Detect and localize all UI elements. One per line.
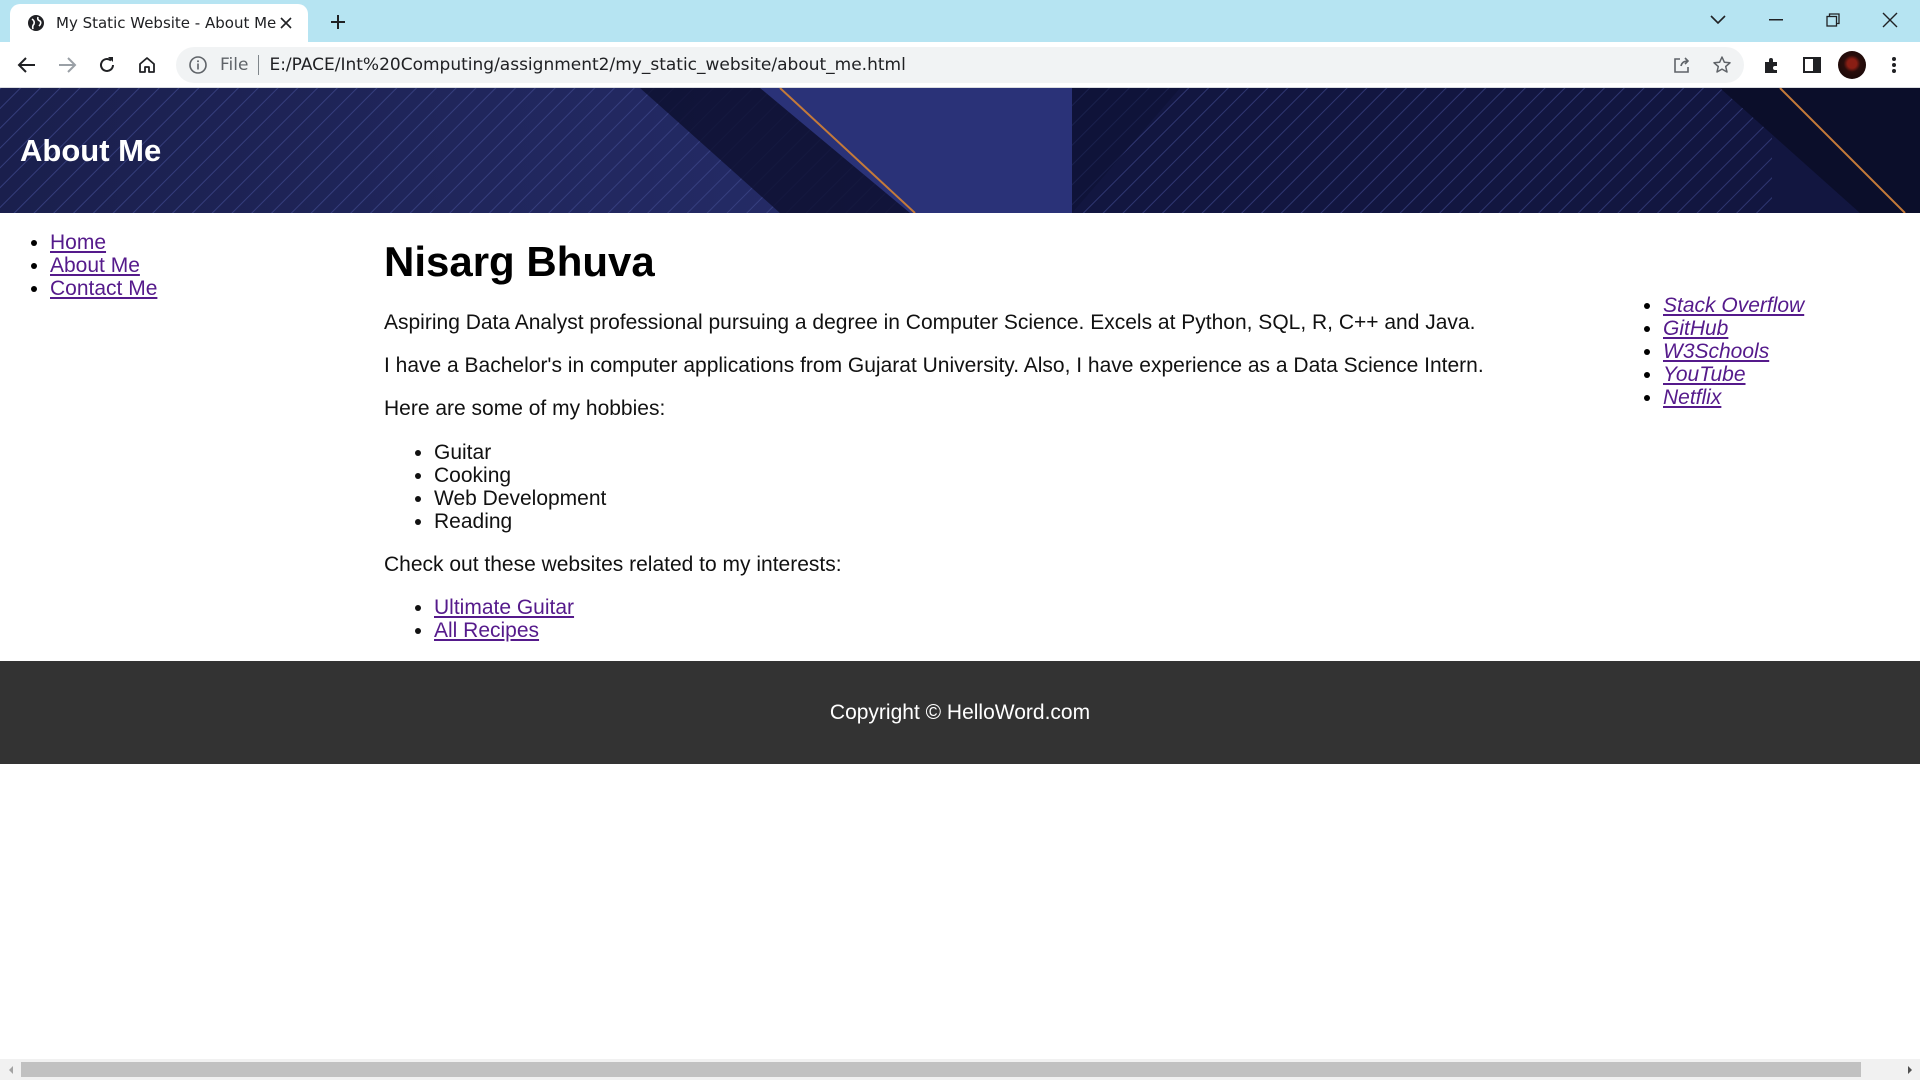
- url-text[interactable]: E:/PACE/Int%20Computing/assignment2/my_s…: [269, 55, 905, 75]
- page-header-title: About Me: [20, 133, 162, 168]
- page-footer: Copyright © HelloWord.com: [0, 661, 1920, 764]
- interest-item: Ultimate Guitar: [434, 596, 574, 619]
- scroll-right-arrow-icon[interactable]: [1899, 1059, 1920, 1080]
- browser-toolbar: File E:/PACE/Int%20Computing/assignment2…: [0, 42, 1920, 88]
- file-scheme-label: File: [220, 55, 249, 75]
- copyright-text: Copyright © HelloWord.com: [829, 700, 1091, 724]
- back-arrow-icon[interactable]: [11, 49, 43, 81]
- side-links: Stack Overflow GitHub W3Schools YouTube …: [1613, 294, 1804, 409]
- close-tab-icon[interactable]: [276, 11, 296, 35]
- new-tab-icon[interactable]: [324, 8, 352, 36]
- side-link-item: W3Schools: [1663, 340, 1804, 363]
- hobby-item: Web Development: [434, 487, 606, 510]
- side-link-item: Stack Overflow: [1663, 294, 1804, 317]
- horizontal-scrollbar[interactable]: [0, 1059, 1920, 1080]
- hobbies-intro: Here are some of my hobbies:: [384, 397, 666, 420]
- home-icon[interactable]: [131, 49, 163, 81]
- education-paragraph: I have a Bachelor's in computer applicat…: [384, 354, 1484, 377]
- side-link-item: YouTube: [1663, 363, 1804, 386]
- hobby-item: Reading: [434, 510, 606, 533]
- all-recipes-link[interactable]: All Recipes: [434, 619, 539, 642]
- side-link-item: Netflix: [1663, 386, 1804, 409]
- github-link[interactable]: GitHub: [1663, 317, 1728, 340]
- hobbies-list: Guitar Cooking Web Development Reading: [384, 441, 606, 533]
- nav-link-contact-me[interactable]: Contact Me: [50, 277, 157, 300]
- extensions-puzzle-icon[interactable]: [1756, 49, 1788, 81]
- header-background: [0, 88, 1920, 213]
- w3schools-link[interactable]: W3Schools: [1663, 340, 1769, 363]
- scrollbar-thumb[interactable]: [21, 1062, 1861, 1077]
- nav-item: Contact Me: [50, 277, 157, 300]
- browser-tab[interactable]: My Static Website - About Me: [10, 4, 308, 42]
- profile-avatar[interactable]: [1838, 51, 1866, 79]
- share-icon[interactable]: [1667, 50, 1697, 80]
- close-window-icon[interactable]: [1862, 2, 1918, 38]
- netflix-link[interactable]: Netflix: [1663, 386, 1721, 409]
- tab-strip: My Static Website - About Me: [0, 0, 1920, 42]
- stack-overflow-link[interactable]: Stack Overflow: [1663, 294, 1804, 317]
- main-content: Nisarg Bhuva Aspiring Data Analyst profe…: [384, 232, 1584, 642]
- scroll-left-arrow-icon[interactable]: [0, 1059, 21, 1080]
- youtube-link[interactable]: YouTube: [1663, 363, 1746, 386]
- page-header: About Me: [0, 88, 1920, 213]
- left-nav: Home About Me Contact Me: [0, 231, 157, 300]
- nav-item: Home: [50, 231, 157, 254]
- tab-title: My Static Website - About Me: [56, 14, 277, 32]
- omnibox-divider: [258, 55, 260, 75]
- globe-icon: [26, 13, 46, 33]
- nav-link-about-me[interactable]: About Me: [50, 254, 140, 277]
- more-menu-icon[interactable]: [1878, 49, 1910, 81]
- address-bar[interactable]: File E:/PACE/Int%20Computing/assignment2…: [176, 47, 1744, 83]
- intro-paragraph: Aspiring Data Analyst professional pursu…: [384, 311, 1476, 334]
- side-panel-icon[interactable]: [1796, 49, 1828, 81]
- interests-intro: Check out these websites related to my i…: [384, 553, 842, 576]
- nav-link-home[interactable]: Home: [50, 231, 106, 254]
- minimize-icon[interactable]: [1748, 2, 1804, 38]
- forward-arrow-icon[interactable]: [51, 49, 83, 81]
- info-icon[interactable]: [188, 55, 208, 75]
- interest-item: All Recipes: [434, 619, 574, 642]
- side-link-item: GitHub: [1663, 317, 1804, 340]
- hobby-item: Guitar: [434, 441, 606, 464]
- hobby-item: Cooking: [434, 464, 606, 487]
- ultimate-guitar-link[interactable]: Ultimate Guitar: [434, 596, 574, 619]
- interest-links-list: Ultimate Guitar All Recipes: [384, 596, 574, 642]
- restore-icon[interactable]: [1805, 2, 1861, 38]
- tab-search-icon[interactable]: [1690, 2, 1746, 38]
- reload-icon[interactable]: [91, 49, 123, 81]
- bookmark-star-icon[interactable]: [1707, 50, 1737, 80]
- nav-item: About Me: [50, 254, 157, 277]
- person-name-heading: Nisarg Bhuva: [384, 238, 655, 285]
